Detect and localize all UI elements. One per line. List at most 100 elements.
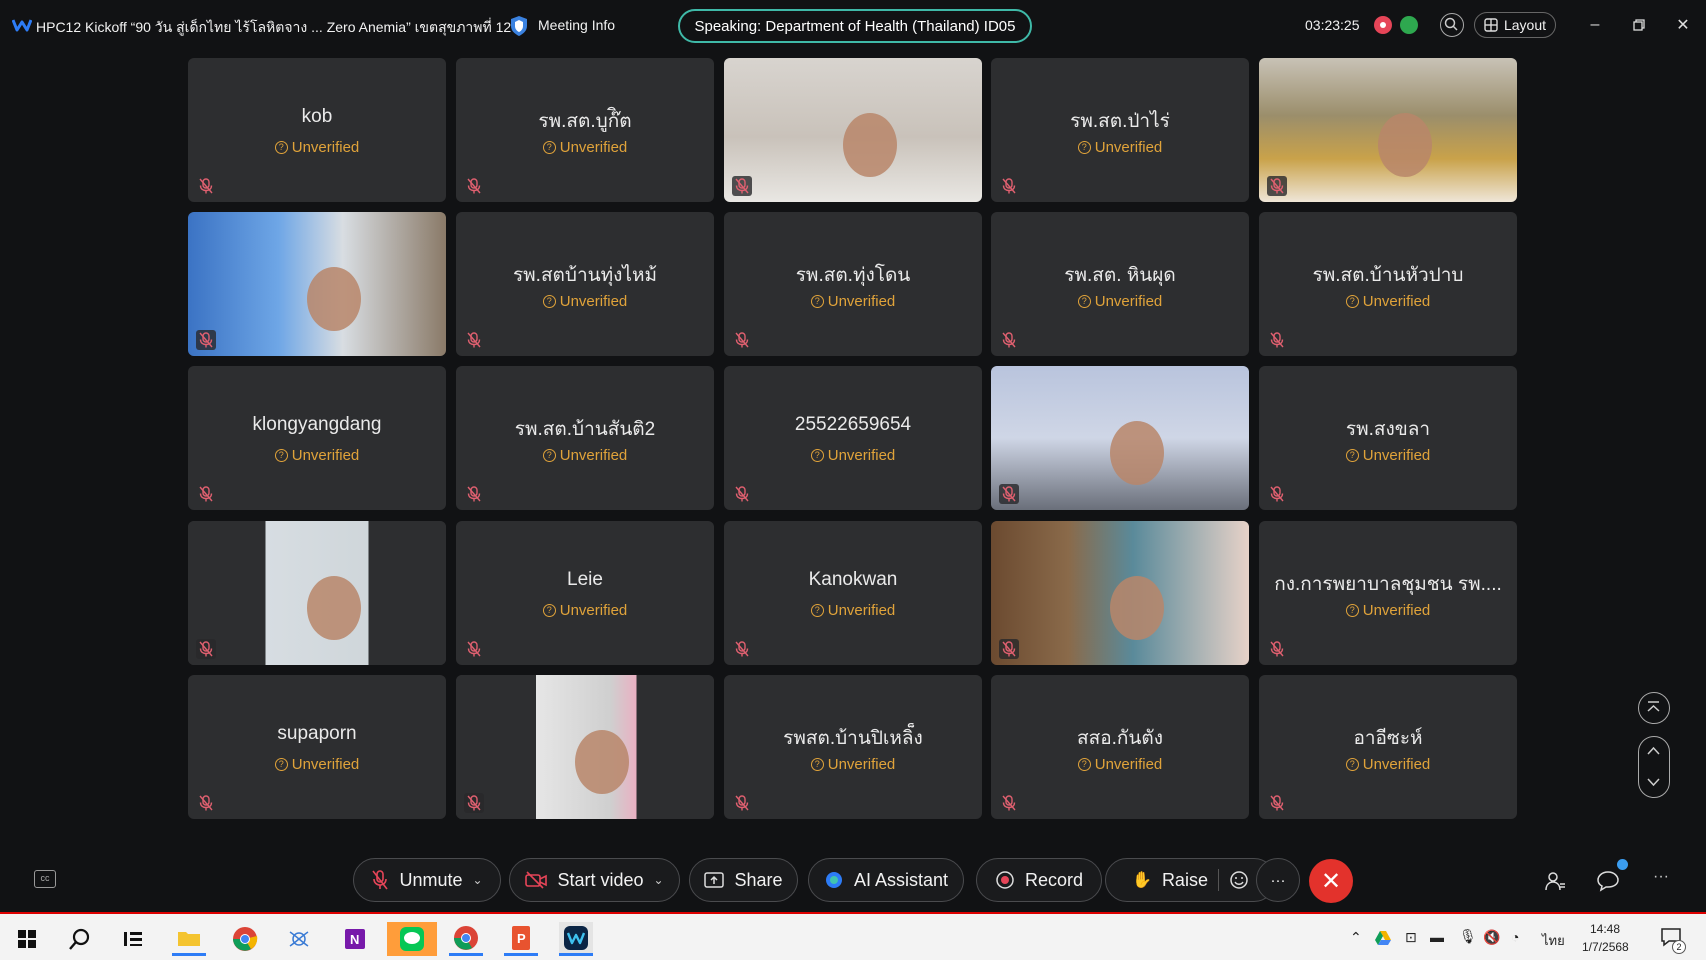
task-view-icon[interactable] [116,922,150,956]
participant-tile[interactable] [188,521,446,665]
network-status-icon[interactable] [1400,16,1418,34]
unverified-icon: ? [1077,295,1091,308]
participant-tile[interactable]: รพ.สต.ป่าไร่? Unverified [991,58,1249,202]
participant-tile[interactable]: รพ.สต.บ้านสันติ2? Unverified [456,366,714,510]
chrome-profile-icon[interactable] [449,922,483,956]
participant-tile[interactable]: รพ.สต.บ้านหัวปาบ? Unverified [1259,212,1517,356]
participant-tile[interactable] [456,675,714,819]
layout-button[interactable]: Layout [1474,12,1556,38]
record-button[interactable]: Record [976,858,1102,902]
captions-icon[interactable]: cc [34,870,56,888]
divider [1217,869,1219,891]
participant-tile[interactable]: kob? Unverified [188,58,446,202]
chevron-down-icon[interactable] [1639,767,1668,796]
zoom-icon[interactable] [1440,13,1464,37]
unverified-icon: ? [274,758,288,771]
mic-muted-icon [1267,639,1287,659]
start-video-button[interactable]: Start video ⌄ [509,858,680,902]
line-app-icon[interactable] [387,922,437,956]
participant-tile[interactable]: รพ.สต. หินผุด? Unverified [991,212,1249,356]
clock-time[interactable]: 14:48 [1590,922,1620,936]
participant-tile[interactable]: รพ.สต.บูก๊ิต? Unverified [456,58,714,202]
search-icon[interactable] [63,922,97,956]
participants-icon[interactable] [1543,870,1567,892]
mic-muted-icon [999,793,1019,813]
participant-tile[interactable]: 25522659654? Unverified [724,366,982,510]
participant-face [1378,112,1432,177]
leave-meeting-button[interactable]: ✕ [1309,859,1353,903]
unverified-icon: ? [274,449,288,462]
participant-tile[interactable] [188,212,446,356]
unverified-icon: ? [542,141,556,154]
participant-tile[interactable]: รพ.สต.ทุ่งโดน? Unverified [724,212,982,356]
participant-tile[interactable]: กง.การพยาบาลชุมชน รพ....? Unverified [1259,521,1517,665]
microphone-icon[interactable]: 🎙 [1459,928,1477,945]
participant-tile[interactable] [1259,58,1517,202]
clock-date[interactable]: 1/7/2568 [1582,940,1629,954]
unverified-icon: ? [1345,449,1359,462]
wifi-icon[interactable]: ◔ [1511,929,1519,945]
participant-name: kob [301,106,333,127]
mic-muted-icon [1267,176,1287,196]
unverified-label: Unverified [559,602,628,619]
participant-tile[interactable]: รพ.สตบ้านทุ่งไหม้? Unverified [456,212,714,356]
participant-tile[interactable] [724,58,982,202]
restore-icon[interactable] [1628,14,1650,36]
meeting-info-link[interactable]: Meeting Info [538,17,615,33]
share-icon [704,872,725,888]
more-options-button[interactable]: ··· [1256,858,1300,902]
participant-tile[interactable]: สสอ.กันตัง? Unverified [991,675,1249,819]
mic-muted-icon [1267,330,1287,350]
unverified-label: Unverified [1094,293,1163,310]
participant-face [1110,420,1164,485]
unverified-label: Unverified [1362,602,1431,619]
device-icon[interactable]: ⊡ [1405,929,1417,946]
chevron-up-icon[interactable] [1639,737,1668,766]
tray-overflow-icon[interactable]: ⌃ [1350,929,1362,946]
share-button[interactable]: Share [689,858,798,902]
reactions-icon[interactable] [1229,870,1249,890]
chevron-down-icon[interactable]: ⌄ [653,873,663,887]
more-icon[interactable]: ··· [1653,868,1669,886]
unverified-label: Unverified [1362,447,1431,464]
unmute-button[interactable]: Unmute ⌄ [353,858,501,902]
page-scroll-control[interactable] [1638,736,1670,798]
raise-button[interactable]: ✋ Raise [1105,858,1276,902]
app-icon[interactable] [282,922,316,956]
windows-start-icon[interactable] [10,922,44,956]
mic-muted-icon [372,870,389,890]
participant-tile[interactable]: รพ.สงขลา? Unverified [1259,366,1517,510]
unverified-icon: ? [810,295,824,308]
battery-icon[interactable]: ▬ [1430,929,1444,945]
input-language[interactable]: ไทย [1542,930,1565,951]
webex-taskbar-icon[interactable] [559,922,593,956]
participant-tile[interactable] [991,521,1249,665]
participant-tile[interactable]: Leie? Unverified [456,521,714,665]
speaker-muted-icon[interactable]: 🔇 [1483,929,1500,946]
participant-tile[interactable]: supaporn? Unverified [188,675,446,819]
onenote-icon[interactable]: N [338,922,372,956]
webex-logo-icon [12,19,32,32]
hand-icon: ✋ [1132,872,1152,889]
ai-assistant-button[interactable]: AI Assistant [808,858,964,902]
participant-tile[interactable] [991,366,1249,510]
google-drive-icon[interactable] [1374,930,1392,946]
powerpoint-icon[interactable]: P [504,922,538,956]
recording-status-icon[interactable] [1374,16,1392,34]
chrome-icon[interactable] [228,922,262,956]
close-icon[interactable]: ✕ [1672,14,1694,36]
unverified-label: Unverified [559,293,628,310]
shield-icon[interactable] [508,14,530,38]
scroll-top-icon[interactable] [1638,692,1670,724]
mic-muted-icon [196,639,216,659]
minimize-icon[interactable]: – [1584,14,1606,36]
participant-tile[interactable]: klongyangdang? Unverified [188,366,446,510]
participant-tile[interactable]: อาอีซะห์? Unverified [1259,675,1517,819]
participant-tile[interactable]: รพสต.บ้านปิเหลิ็ง? Unverified [724,675,982,819]
participant-name: รพ.สงขลา [1345,419,1431,440]
mic-muted-icon [732,330,752,350]
file-explorer-icon[interactable] [172,922,206,956]
chevron-down-icon[interactable]: ⌄ [472,873,482,887]
participant-tile[interactable]: Kanokwan? Unverified [724,521,982,665]
chat-icon[interactable] [1596,870,1620,892]
